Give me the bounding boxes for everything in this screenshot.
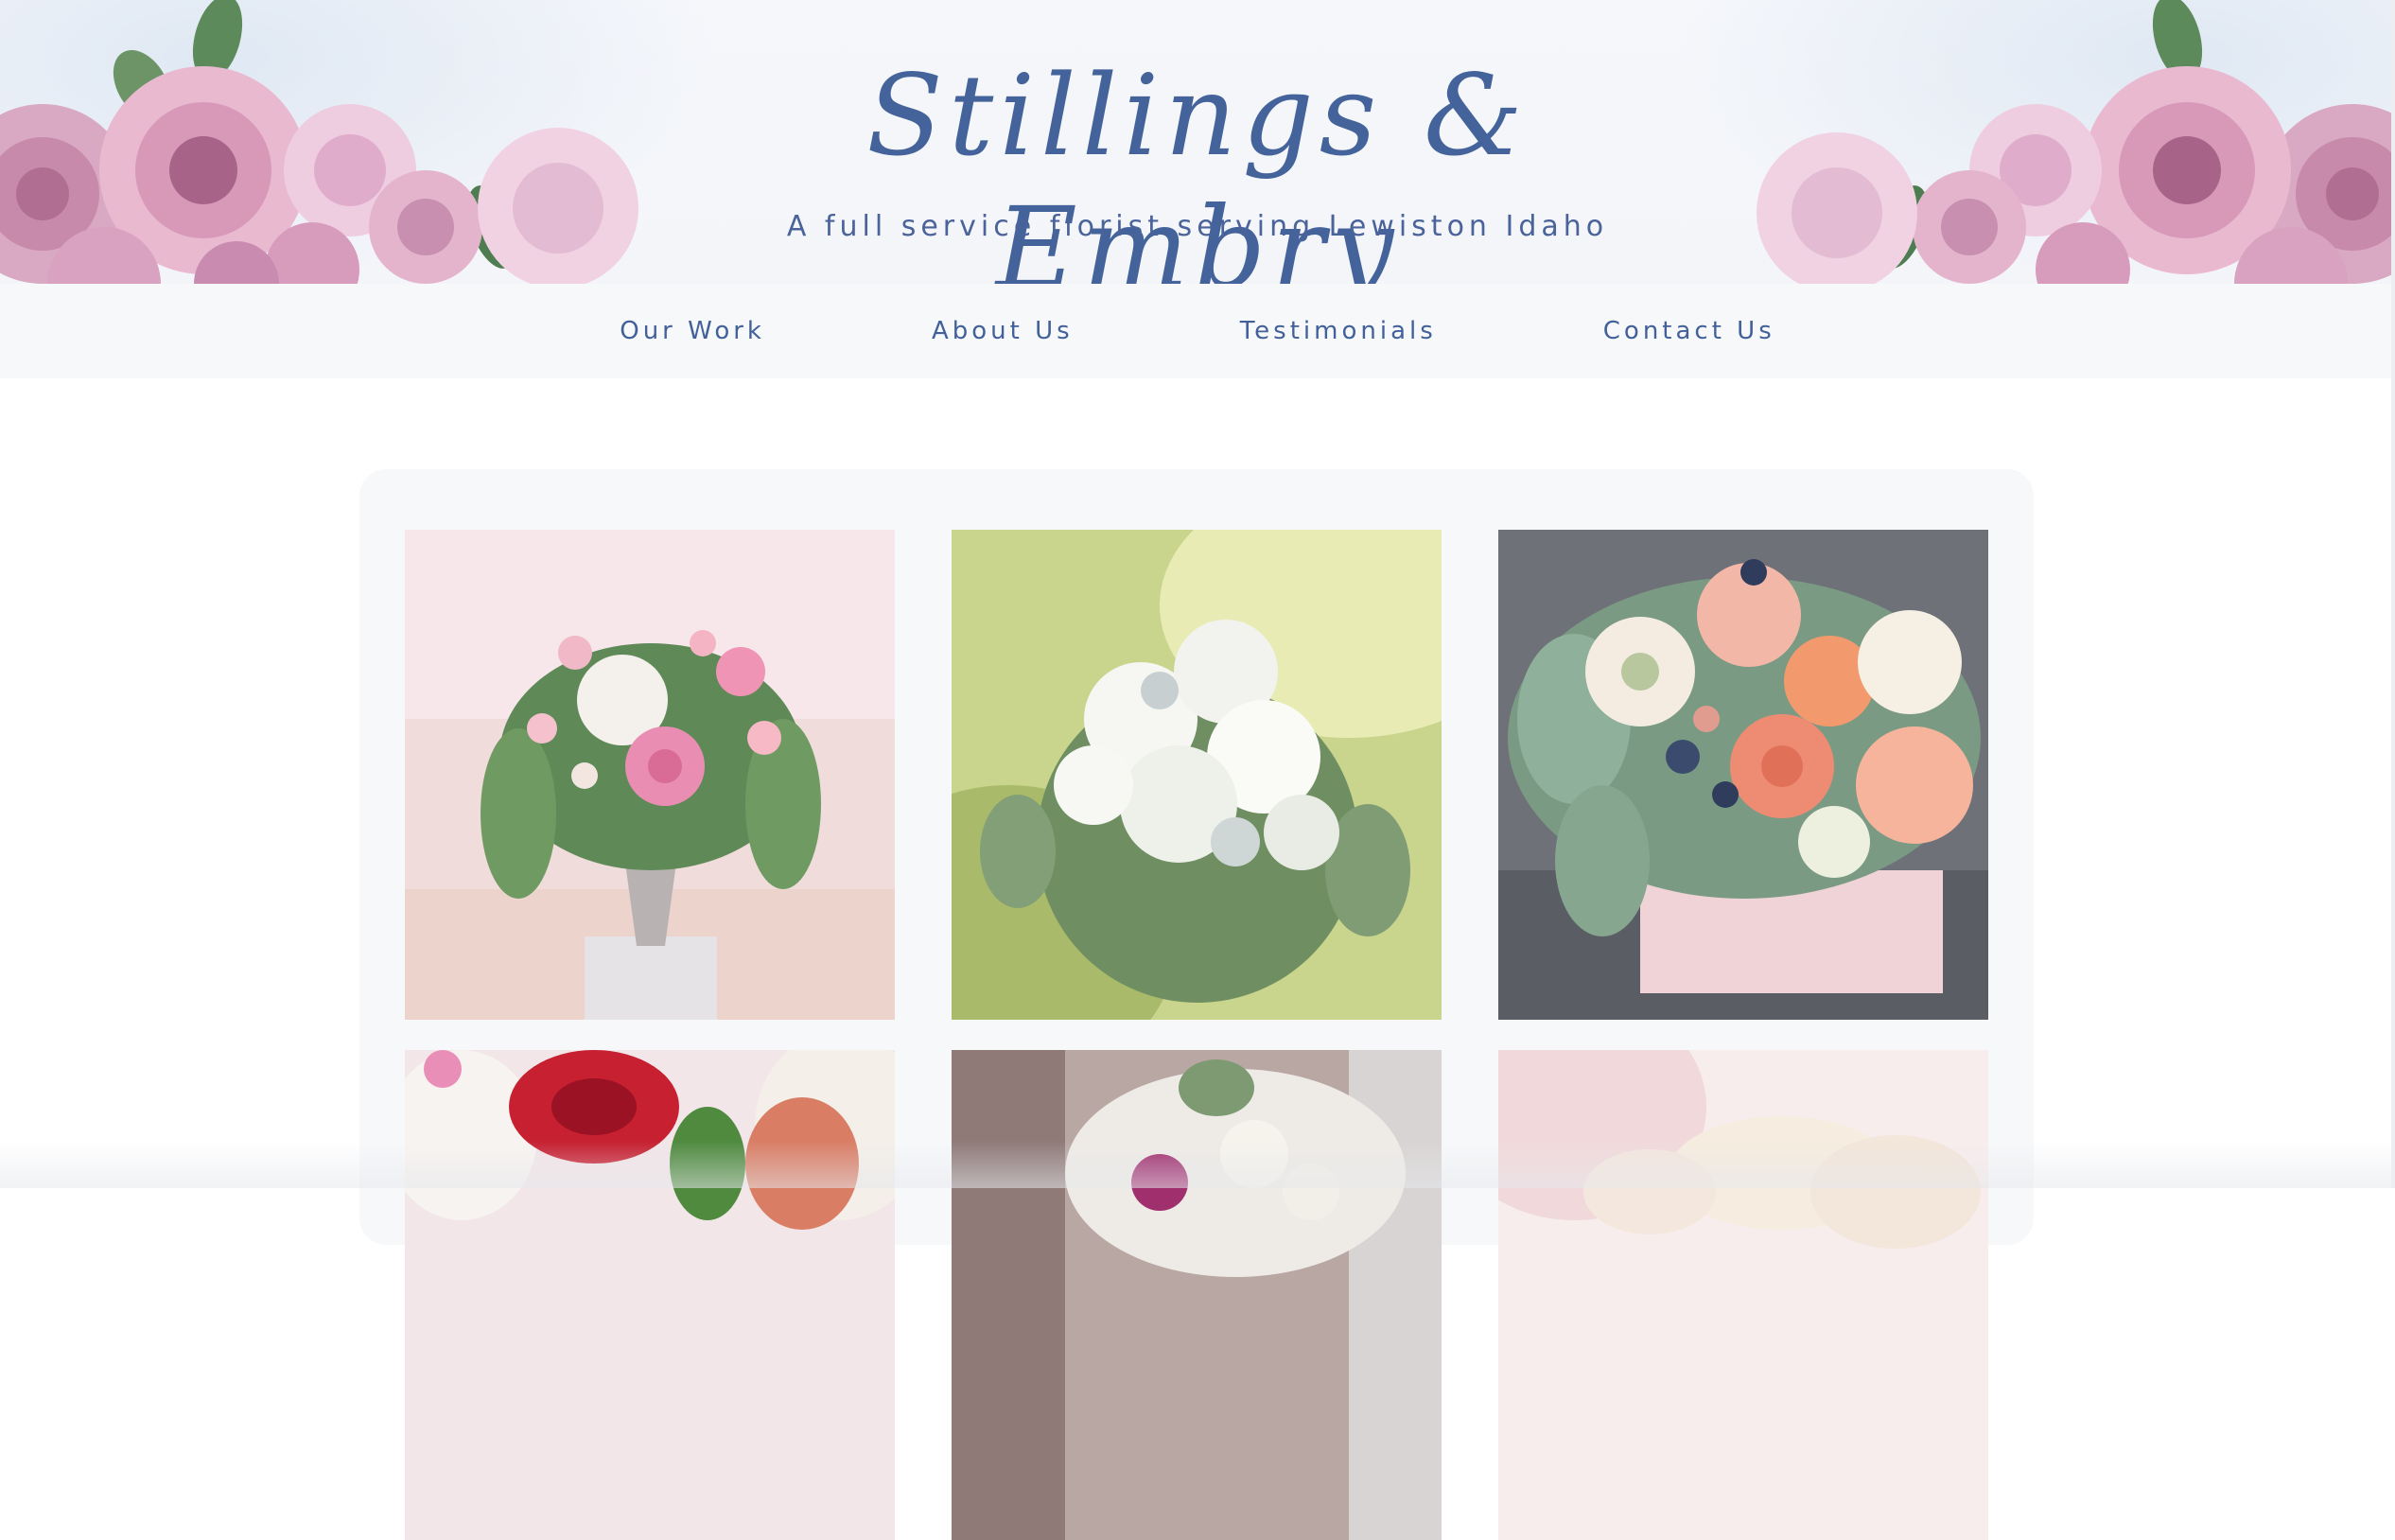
- header-banner: Stillings & Embry A full service florist…: [0, 0, 2395, 284]
- cream-roses-photo: [1498, 1050, 1988, 1540]
- gallery-photo-white-bouquet[interactable]: [952, 530, 1442, 1020]
- red-rose-arrangement-photo: [405, 1050, 895, 1540]
- brand-title[interactable]: Stillings & Embry: [662, 49, 1733, 284]
- rose-cluster-right-image: [1757, 0, 2395, 284]
- white-bouquet-photo: [952, 530, 1442, 1020]
- peach-box-arrangement-photo: [1498, 530, 1988, 1020]
- nav-item-contact-us[interactable]: Contact Us: [1603, 317, 1775, 345]
- gallery-photo-red-roses[interactable]: [405, 1050, 895, 1540]
- nav-item-our-work[interactable]: Our Work: [620, 317, 765, 345]
- pink-and-white-centerpiece-photo: [405, 530, 895, 1020]
- brand-tagline: A full service florist serving Lewiston …: [786, 210, 1609, 243]
- nav-item-about-us[interactable]: About Us: [932, 317, 1074, 345]
- gallery-photo-bridal-bouquet[interactable]: [952, 1050, 1442, 1540]
- gallery-panel: [359, 469, 2034, 1540]
- nav-item-testimonials[interactable]: Testimonials: [1240, 317, 1437, 345]
- bridal-bouquet-photo: [952, 1050, 1442, 1540]
- main-nav: Our Work About Us Testimonials Contact U…: [0, 284, 2395, 378]
- gallery-photo-box-arrangement[interactable]: [1498, 530, 1988, 1020]
- rose-cluster-left-image: [0, 0, 638, 284]
- window-scrollbar[interactable]: [2391, 0, 2395, 1188]
- gallery-photo-centerpiece[interactable]: [405, 530, 895, 1020]
- gallery-photo-cream-roses[interactable]: [1498, 1050, 1988, 1540]
